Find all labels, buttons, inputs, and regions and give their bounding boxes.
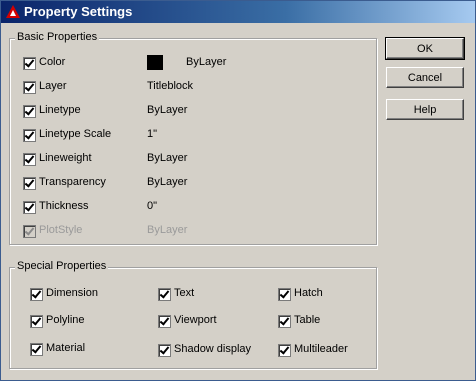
transparency-value: ByLayer <box>147 176 188 188</box>
plotstyle-value: ByLayer <box>147 224 188 236</box>
basic-properties-group: Basic Properties Color ByLayer Layer Tit… <box>9 31 377 245</box>
linetype-checkbox[interactable] <box>23 105 36 118</box>
layer-value: Titleblock <box>147 80 194 92</box>
multileader-checkbox[interactable] <box>278 344 291 357</box>
color-value: ByLayer <box>186 56 227 68</box>
autocad-logo-icon <box>6 5 20 18</box>
ok-button[interactable]: OK <box>385 37 465 60</box>
text-checkbox[interactable] <box>158 288 171 301</box>
viewport-checkbox[interactable] <box>158 315 171 328</box>
hatch-checkbox[interactable] <box>278 288 291 301</box>
material-checkbox[interactable] <box>30 343 43 356</box>
transparency-label: Transparency <box>39 176 106 188</box>
special-properties-legend: Special Properties <box>15 260 109 272</box>
linetype-scale-value: 1" <box>147 128 158 140</box>
shadow-display-label: Shadow display <box>174 343 252 355</box>
color-label: Color <box>39 56 66 68</box>
title-bar[interactable]: Property Settings <box>1 1 475 23</box>
plotstyle-checkbox <box>23 225 36 238</box>
color-checkbox[interactable] <box>23 57 36 70</box>
layer-label: Layer <box>39 80 67 92</box>
linetype-scale-label: Linetype Scale <box>39 128 112 140</box>
transparency-checkbox[interactable] <box>23 177 36 190</box>
help-button[interactable]: Help <box>386 99 464 120</box>
polyline-label: Polyline <box>46 314 85 326</box>
multileader-label: Multileader <box>294 343 348 355</box>
material-label: Material <box>46 342 86 354</box>
lineweight-checkbox[interactable] <box>23 153 36 166</box>
dimension-label: Dimension <box>46 287 98 299</box>
table-label: Table <box>294 314 321 326</box>
lineweight-label: Lineweight <box>39 152 92 164</box>
hatch-label: Hatch <box>294 287 323 299</box>
thickness-label: Thickness <box>39 200 89 212</box>
shadow-display-checkbox[interactable] <box>158 344 171 357</box>
layer-checkbox[interactable] <box>23 81 36 94</box>
cancel-button[interactable]: Cancel <box>386 67 464 88</box>
table-checkbox[interactable] <box>278 315 291 328</box>
color-swatch <box>147 55 163 70</box>
lineweight-value: ByLayer <box>147 152 188 164</box>
thickness-checkbox[interactable] <box>23 201 36 214</box>
linetype-label: Linetype <box>39 104 81 116</box>
property-settings-dialog: Property Settings Basic Properties Color… <box>0 0 476 381</box>
polyline-checkbox[interactable] <box>30 315 43 328</box>
dialog-title: Property Settings <box>24 4 133 19</box>
linetype-value: ByLayer <box>147 104 188 116</box>
text-label: Text <box>174 287 195 299</box>
dimension-checkbox[interactable] <box>30 288 43 301</box>
viewport-label: Viewport <box>174 314 217 326</box>
linetype-scale-checkbox[interactable] <box>23 129 36 142</box>
special-properties-group: Special Properties Dimension Text Hatch … <box>9 260 377 369</box>
basic-properties-legend: Basic Properties <box>15 31 100 43</box>
plotstyle-label: PlotStyle <box>39 224 83 236</box>
thickness-value: 0" <box>147 200 158 212</box>
